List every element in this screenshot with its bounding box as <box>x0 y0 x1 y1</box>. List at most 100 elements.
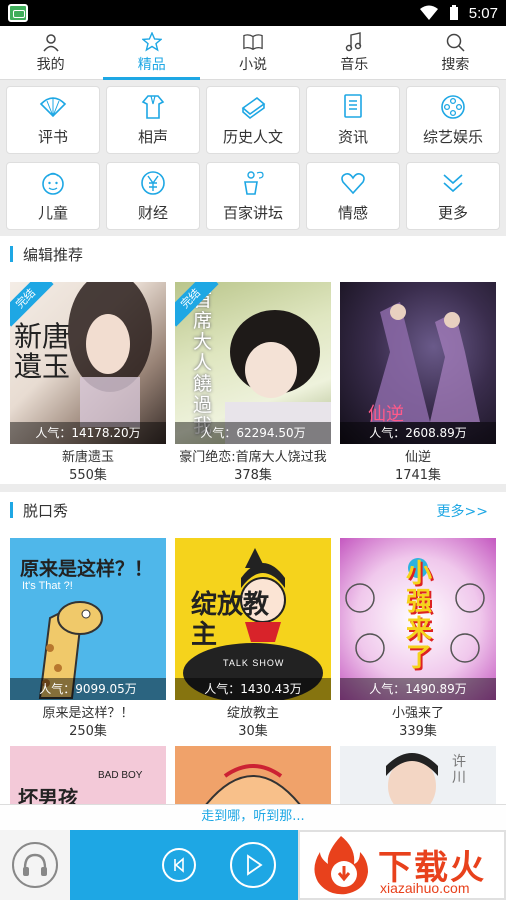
category-label: 百家讲坛 <box>222 203 283 222</box>
tab-label: 我的 <box>36 56 65 73</box>
heart-icon <box>341 172 365 194</box>
search-icon <box>447 33 465 52</box>
section-header-talkshow: 脱口秀 更多>> <box>0 492 506 528</box>
cover-subtitle: TALK SHOW <box>223 658 285 668</box>
category-label: 相声 <box>137 127 168 146</box>
album-cover[interactable]: 首席大人饒過我 完结 人气：62294.50万 <box>175 282 331 444</box>
play-button[interactable] <box>230 842 276 888</box>
tab-label: 音乐 <box>340 56 369 73</box>
category-xiangsheng[interactable]: 相声 <box>106 86 200 154</box>
album-name: 小强来了 <box>391 706 444 721</box>
album-name: 豪门绝恋:首席大人饶过我 <box>179 450 327 465</box>
film-reel-icon <box>441 94 465 119</box>
now-playing-marquee[interactable]: 走到哪，听到那... <box>0 804 506 830</box>
album-cover[interactable]: BAD BOY 坏男孩 <box>10 746 166 804</box>
cover-title: 新唐遺玉 <box>14 320 71 383</box>
episode-count: 1741集 <box>394 468 442 483</box>
category-grid: 评书 相声 历史人文 资讯 综艺娱乐 儿童 财经 百家讲坛 情感 更多 <box>0 80 506 236</box>
wifi-icon <box>419 5 438 20</box>
play-icon <box>247 854 263 876</box>
popularity: 人气：62294.50万 <box>175 422 331 444</box>
now-playing-avatar[interactable] <box>0 830 70 900</box>
child-face-icon <box>42 172 64 195</box>
music-note-icon <box>346 31 362 51</box>
previous-button[interactable] <box>162 848 196 882</box>
tab-music[interactable]: 音乐 <box>304 26 405 79</box>
album-cover[interactable]: 原来是这样？！ It's That ?! 人气：9099.05万 <box>10 538 166 700</box>
category-lecture[interactable]: 百家讲坛 <box>206 162 300 230</box>
document-icon <box>344 93 362 118</box>
category-label: 资讯 <box>337 127 368 146</box>
album-cover[interactable]: 许川 <box>340 746 496 804</box>
skip-back-icon <box>174 857 184 873</box>
scroll-book-icon <box>241 96 266 119</box>
category-more[interactable]: 更多 <box>406 162 500 230</box>
album-cover[interactable]: 仙逆 人气：2608.89万 <box>340 282 496 444</box>
cover-title: 首席大人饒過我 <box>193 290 213 437</box>
tab-featured[interactable]: 精品 <box>101 26 202 80</box>
talkshow-grid: 原来是这样？！ It's That ?! 人气：9099.05万 原来是这样？！… <box>0 528 506 804</box>
tab-label: 精品 <box>137 56 166 73</box>
category-label: 更多 <box>437 203 468 222</box>
album-cover[interactable]: 小强来了 人气：1490.89万 <box>340 538 496 700</box>
album-card[interactable]: 许川 <box>340 746 496 804</box>
watermark-logo: 下载火 xiazaihuo.com <box>298 830 506 900</box>
cover-title: 坏男孩 <box>18 786 78 804</box>
category-label: 评书 <box>37 127 68 146</box>
category-label: 历史人文 <box>222 127 283 146</box>
album-cover[interactable]: 绽放教主 TALK SHOW 人气：1430.43万 <box>175 538 331 700</box>
status-bar: 5:07 <box>0 0 506 26</box>
category-label: 情感 <box>337 203 368 222</box>
category-variety[interactable]: 综艺娱乐 <box>406 86 500 154</box>
cover-subtitle: BAD BOY <box>98 770 143 781</box>
category-children[interactable]: 儿童 <box>6 162 100 230</box>
book-icon <box>243 33 263 50</box>
popularity: 人气：2608.89万 <box>340 422 496 444</box>
lectern-icon <box>244 170 264 195</box>
album-cover[interactable] <box>175 746 331 804</box>
category-finance[interactable]: 财经 <box>106 162 200 230</box>
clock: 5:07 <box>468 4 498 22</box>
popularity: 人气：1490.89万 <box>340 678 496 700</box>
album-card[interactable]: BAD BOY 坏男孩 <box>10 746 166 804</box>
section-title: 编辑推荐 <box>23 245 84 264</box>
player-bar: 下载火 xiazaihuo.com <box>0 830 506 900</box>
tab-search[interactable]: 搜索 <box>405 26 506 79</box>
yen-coin-icon <box>141 170 165 195</box>
tab-novel[interactable]: 小说 <box>202 26 303 79</box>
category-label: 儿童 <box>37 203 68 222</box>
app-notification-icon <box>8 4 28 22</box>
album-name: 新唐遗玉 <box>61 450 114 465</box>
episode-count: 250集 <box>69 724 107 739</box>
top-nav: 我的 精品 小说 音乐 搜索 <box>0 26 506 80</box>
watermark-url: xiazaihuo.com <box>380 880 470 896</box>
album-name: 仙逆 <box>404 450 431 465</box>
star-icon <box>141 31 162 52</box>
album-cover[interactable]: 新唐遺玉 完结 人气：14178.20万 <box>10 282 166 444</box>
fan-icon <box>39 96 67 117</box>
section-title: 脱口秀 <box>23 501 69 520</box>
popularity: 人气：1430.43万 <box>175 678 331 700</box>
category-news[interactable]: 资讯 <box>306 86 400 154</box>
popularity: 人气：9099.05万 <box>10 678 166 700</box>
category-pingshu[interactable]: 评书 <box>6 86 100 154</box>
category-label: 综艺娱乐 <box>422 127 483 146</box>
album-name: 绽放教主 <box>226 706 279 721</box>
cover-title: 小强来了 <box>405 559 432 673</box>
cover-title: 许川 <box>452 754 466 786</box>
category-emotion[interactable]: 情感 <box>306 162 400 230</box>
robe-icon <box>141 94 165 119</box>
person-icon <box>43 33 59 51</box>
cover-title: 原来是这样？！ <box>20 558 154 580</box>
cover-illustration <box>386 753 438 804</box>
section-accent-bar <box>10 246 13 262</box>
tab-mine[interactable]: 我的 <box>0 26 101 79</box>
cover-illustration <box>370 302 480 422</box>
category-history[interactable]: 历史人文 <box>206 86 300 154</box>
section-header-editor: 编辑推荐 <box>0 236 506 272</box>
episode-count: 339集 <box>399 724 437 739</box>
album-card[interactable] <box>175 746 331 804</box>
fire-logo-icon <box>314 836 368 895</box>
episode-count: 378集 <box>234 468 272 483</box>
more-link[interactable]: 更多>> <box>437 501 488 521</box>
